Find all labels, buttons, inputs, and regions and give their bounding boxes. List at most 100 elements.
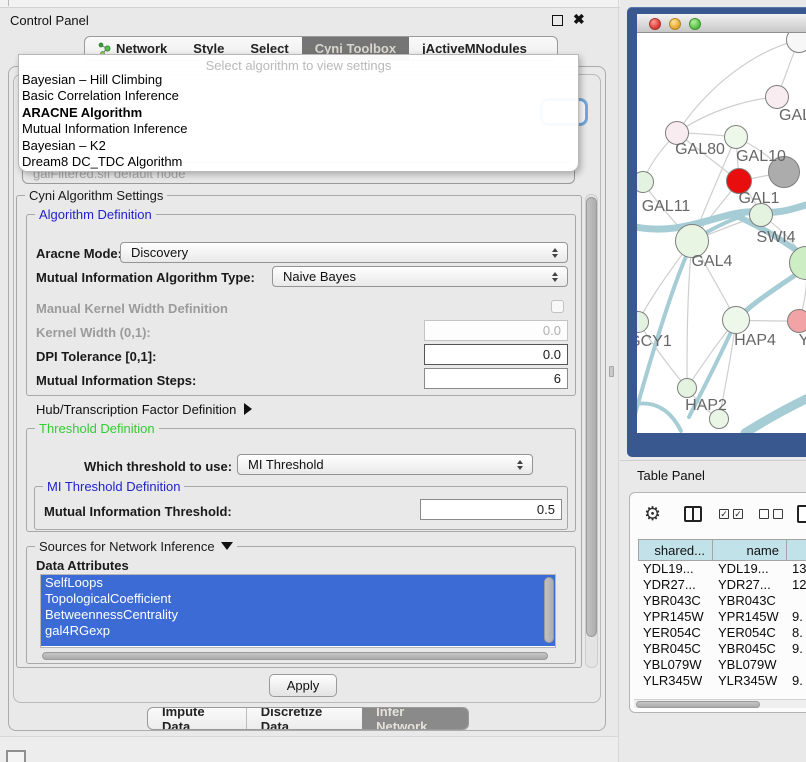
network-canvas[interactable]: GAL GAL80 GAL10 GAL1 GAL11 SWI4 GAL4 GCY… xyxy=(637,33,806,433)
minimize-traffic-light[interactable] xyxy=(669,18,681,30)
hub-section-toggle[interactable]: Hub/Transcription Factor Definition xyxy=(36,402,252,417)
collapsed-panel-icon[interactable] xyxy=(6,750,26,762)
dropdown-item-selected[interactable]: ARACNE Algorithm xyxy=(19,105,578,121)
dropdown-item[interactable]: Bayesian – Hill Climbing xyxy=(19,72,578,88)
cell: YDL19... xyxy=(638,561,713,577)
table-row[interactable]: YBR043CYBR043C xyxy=(638,593,806,609)
document-icon[interactable] xyxy=(797,505,806,523)
table-body[interactable]: YDL19...YDL19...13 YDR27...YDR27...12 YB… xyxy=(638,561,806,691)
hub-section-label: Hub/Transcription Factor Definition xyxy=(36,402,236,417)
select-all-checkboxes-icon[interactable]: ✓ ✓ xyxy=(719,509,743,519)
network-window-titlebar[interactable] xyxy=(637,14,806,33)
table-row[interactable]: YER054CYER054C8. xyxy=(638,625,806,641)
kernel-width-label: Kernel Width (0,1): xyxy=(36,325,151,340)
cell: YPR145W xyxy=(713,609,787,625)
table-row[interactable]: YBR045CYBR045C9. xyxy=(638,641,806,657)
tab-infer-network[interactable]: Infer Network xyxy=(362,708,468,729)
sources-legend[interactable]: Sources for Network Inference xyxy=(35,539,237,554)
cell: YBR043C xyxy=(638,593,713,609)
mi-steps-field[interactable]: 6 xyxy=(424,368,568,389)
cell: YIL053C xyxy=(713,689,787,691)
attribute-item-partial[interactable] xyxy=(41,639,555,646)
cell: 12 xyxy=(787,577,806,593)
cell xyxy=(787,657,806,673)
node-gal10[interactable] xyxy=(724,125,748,149)
mi-type-label: Mutual Information Algorithm Type: xyxy=(36,270,255,285)
kernel-width-field[interactable]: 0.0 xyxy=(424,320,568,341)
apply-button[interactable]: Apply xyxy=(269,674,337,697)
tab-impute-data[interactable]: Impute Data xyxy=(148,708,246,729)
divider-nub xyxy=(8,0,9,6)
node-hap2[interactable] xyxy=(677,378,697,398)
application-window: Control Panel ✖ Network Style Select Cyn… xyxy=(0,0,806,762)
cell: YBL079W xyxy=(713,657,787,673)
close-panel-icon[interactable]: ✖ xyxy=(573,11,585,28)
cell: YDR27... xyxy=(713,577,787,593)
mi-type-value: Naive Bayes xyxy=(273,269,547,284)
network-view-window[interactable]: GAL GAL80 GAL10 GAL1 GAL11 SWI4 GAL4 GCY… xyxy=(627,7,806,457)
column-header-shared[interactable]: shared... xyxy=(638,539,713,561)
dropdown-item[interactable]: Dream8 DC_TDC Algorithm xyxy=(19,154,578,170)
table-row[interactable]: YDL19...YDL19...13 xyxy=(638,561,806,577)
split-divider-handle[interactable] xyxy=(609,366,614,377)
attribute-item[interactable]: SelfLoops xyxy=(41,575,555,591)
split-columns-icon[interactable] xyxy=(684,506,702,522)
cell: 9. xyxy=(787,689,806,691)
dpi-tolerance-field[interactable]: 0.0 xyxy=(424,344,568,365)
node-label: GAL xyxy=(779,107,806,125)
attributes-hscrollbar-thumb[interactable] xyxy=(42,652,548,660)
node-label: GAL80 xyxy=(675,141,725,159)
which-threshold-select[interactable]: MI Threshold xyxy=(237,454,533,475)
table-panel-titlebar: Table Panel xyxy=(620,460,806,488)
checked-box-icon: ✓ xyxy=(719,509,729,519)
tab-discretize-data[interactable]: Discretize Data xyxy=(246,708,362,729)
expand-arrow-icon xyxy=(221,542,233,550)
aracne-mode-select[interactable]: Discovery xyxy=(120,242,568,263)
node-label: GAL1 xyxy=(739,190,780,208)
cell: YBL079W xyxy=(638,657,713,673)
spinner-arrows-icon xyxy=(547,272,563,282)
mi-type-select[interactable]: Naive Bayes xyxy=(272,266,568,287)
gear-icon[interactable]: ⚙ xyxy=(644,503,661,525)
table-row[interactable]: YLR345WYLR345W9. xyxy=(638,673,806,689)
node-label: GAL11 xyxy=(642,198,691,216)
node-y-cut[interactable] xyxy=(787,309,806,333)
column-header-name[interactable]: name xyxy=(713,539,787,561)
float-window-icon[interactable] xyxy=(552,15,563,26)
which-threshold-value: MI Threshold xyxy=(238,457,512,472)
algorithm-dropdown-popup: Select algorithm to view settings Bayesi… xyxy=(18,54,579,172)
node-label: GAL4 xyxy=(692,253,733,271)
threshold-definition-legend: Threshold Definition xyxy=(35,421,159,436)
table-hscrollbar-track[interactable] xyxy=(634,699,806,708)
close-traffic-light[interactable] xyxy=(649,18,661,30)
kernel-width-value: 0.0 xyxy=(543,323,561,338)
dropdown-item[interactable]: Mutual Information Inference xyxy=(19,121,578,137)
cell: 9. xyxy=(787,609,806,625)
panel-divider[interactable] xyxy=(618,0,619,762)
table-row[interactable]: YBL079WYBL079W xyxy=(638,657,806,673)
cell: 8. xyxy=(787,625,806,641)
zoom-traffic-light[interactable] xyxy=(689,18,701,30)
dropdown-item[interactable]: Bayesian – K2 xyxy=(19,138,578,154)
mi-steps-label: Mutual Information Steps: xyxy=(36,373,196,388)
dpi-tolerance-label: DPI Tolerance [0,1]: xyxy=(36,349,156,364)
attribute-item[interactable]: BetweennessCentrality xyxy=(41,607,555,623)
node-hap4[interactable] xyxy=(722,306,750,334)
cell: YLR345W xyxy=(638,673,713,689)
checked-box-icon: ✓ xyxy=(733,509,743,519)
table-row[interactable]: YIL053CYIL053C9. xyxy=(638,689,806,691)
attributes-scrollbar-thumb[interactable] xyxy=(544,577,554,643)
node-gal-cut[interactable] xyxy=(765,85,789,109)
table-hscrollbar-thumb[interactable] xyxy=(636,701,760,708)
attribute-item[interactable]: TopologicalCoefficient xyxy=(41,591,555,607)
mi-threshold-field[interactable]: 0.5 xyxy=(420,499,562,520)
table-row[interactable]: YDR27...YDR27...12 xyxy=(638,577,806,593)
column-header-cut[interactable] xyxy=(787,539,806,561)
deselect-all-checkboxes-icon[interactable] xyxy=(759,509,783,519)
attribute-item[interactable]: gal4RGexp xyxy=(41,623,555,639)
table-row[interactable]: YPR145WYPR145W9. xyxy=(638,609,806,625)
data-attributes-list[interactable]: SelfLoops TopologicalCoefficient Between… xyxy=(40,574,556,648)
dropdown-item[interactable]: Basic Correlation Inference xyxy=(19,88,578,104)
settings-scrollbar-thumb[interactable] xyxy=(586,197,597,637)
manual-kernel-checkbox[interactable] xyxy=(551,300,564,313)
